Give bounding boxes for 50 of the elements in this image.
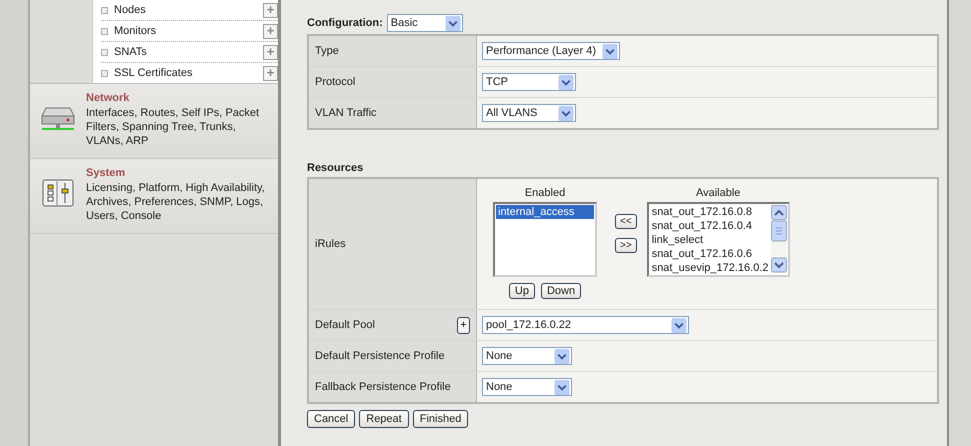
menu-item[interactable]: SNATs: [114, 46, 257, 58]
section-title: Network: [86, 92, 130, 104]
configuration-label: Configuration:: [307, 17, 383, 29]
list-option[interactable]: internal_access: [496, 205, 594, 219]
field-label: VLAN Traffic: [315, 107, 377, 119]
dropdown-select[interactable]: Basic: [386, 14, 463, 32]
menu-item[interactable]: Monitors: [114, 25, 257, 37]
section-title: System: [86, 167, 126, 179]
action-button[interactable]: Repeat: [359, 410, 409, 428]
bullet-icon: [101, 70, 108, 76]
list-option[interactable]: snat_out_172.16.0.4: [650, 219, 771, 233]
menu-item[interactable]: SSL Certificates: [114, 67, 257, 79]
control-panel-icon: [42, 179, 74, 207]
field-label: Default Persistence Profile: [315, 350, 445, 362]
dropdown-select[interactable]: Performance (Layer 4): [482, 42, 620, 60]
sidebar-section[interactable]: Network Interfaces, Routes, Self IPs, Packet Filters, Spanning Tree, Trunks, VLANs, ARP: [30, 84, 278, 159]
field-label: Fallback Persistence Profile: [315, 381, 451, 393]
available-listbox[interactable]: snat_out_172.16.0.8 snat_out_172.16.0.4 link_select snat_out_172.16.0.6 snat_usevip_172.16.0.2: [646, 202, 790, 277]
list-option[interactable]: snat_usevip_172.16.0.2: [650, 261, 771, 275]
action-button[interactable]: Cancel: [307, 410, 356, 428]
field-label: Default Pool: [315, 319, 375, 331]
dropdown-select[interactable]: All VLANS: [482, 104, 576, 122]
move-left-button[interactable]: <<: [615, 214, 637, 229]
dropdown-select[interactable]: TCP: [482, 73, 576, 91]
move-right-button[interactable]: >>: [615, 238, 637, 253]
add-button[interactable]: +: [457, 316, 470, 334]
list-option[interactable]: snat_out_172.16.0.6: [650, 247, 771, 261]
bullet-icon: [101, 48, 108, 56]
enabled-listbox[interactable]: internal_access: [493, 202, 597, 277]
menu-item[interactable]: Nodes: [114, 4, 257, 16]
bullet-icon: [101, 6, 108, 14]
field-label: iRules: [315, 238, 346, 250]
field-label: Type: [315, 45, 339, 57]
dropdown-select[interactable]: pool_172.16.0.22: [482, 316, 689, 334]
sidebar-section[interactable]: System Licensing, Platform, High Availability, Archives, Preferences, SNMP, Logs, Users, Console: [30, 159, 278, 234]
section-description: Interfaces, Routes, Self IPs, Packet Filters, Spanning Tree, Trunks, VLANs, ARP: [86, 106, 260, 148]
field-label: Protocol: [315, 76, 356, 88]
dropdown-select[interactable]: None: [482, 347, 572, 365]
dropdown-select[interactable]: None: [482, 378, 572, 396]
action-button[interactable]: Finished: [412, 410, 468, 428]
list-heading: Available: [696, 187, 740, 199]
section-description: Licensing, Platform, High Availability, Archives, Preferences, SNMP, Logs, Users, Console: [86, 181, 266, 223]
list-option[interactable]: snat_out_172.16.0.8: [650, 205, 771, 219]
list-option[interactable]: link_select: [650, 233, 771, 247]
list-heading: Enabled: [524, 187, 566, 199]
up-button[interactable]: Up: [508, 283, 535, 299]
down-button[interactable]: Down: [540, 283, 582, 299]
bullet-icon: [101, 28, 108, 34]
section-heading: Resources: [307, 162, 364, 174]
scrollbar-icon[interactable]: [770, 205, 787, 273]
